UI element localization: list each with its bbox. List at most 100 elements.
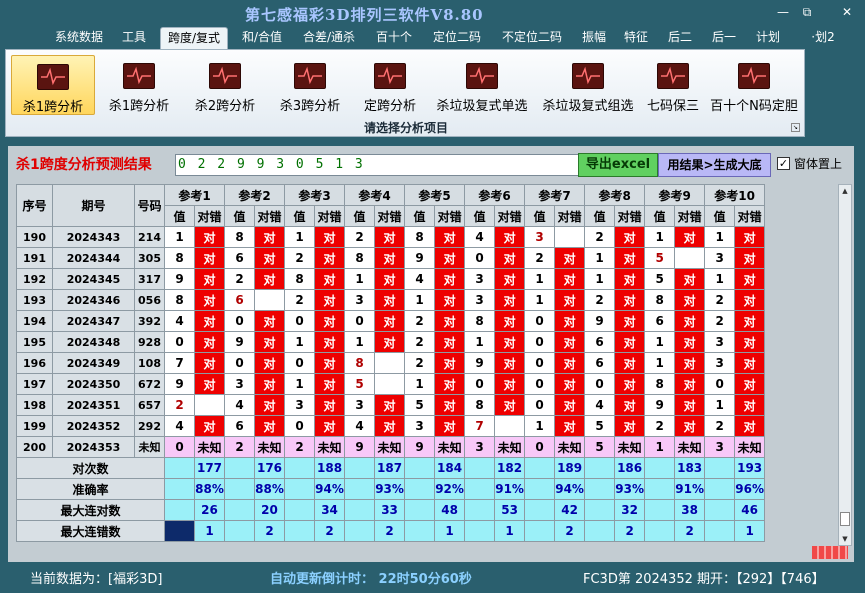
col-header-ref[interactable]: 参考10: [704, 184, 766, 206]
menu-tools[interactable]: 工具: [114, 27, 154, 49]
cell-ref-check: 对: [674, 289, 706, 311]
dialog-launcher-icon[interactable]: ↘: [791, 123, 800, 132]
stat-spacer: [284, 499, 316, 521]
cell-ref-value: 3: [404, 415, 436, 437]
menu-unfixed-two[interactable]: 不定位二码: [494, 27, 570, 49]
scroll-up-icon[interactable]: ▲: [839, 185, 851, 197]
table-row[interactable]: 196 2024349 108 7 对 0 对 0 对 8 2 对 9 对 0 对 6 对 1 对 3 对: [16, 352, 766, 374]
col-header-ref[interactable]: 参考6: [464, 184, 526, 206]
stat-spacer: [284, 457, 316, 479]
cell-ref-check: 对: [734, 373, 766, 395]
ribbon-kill2-span[interactable]: 杀2跨分析: [184, 55, 266, 115]
ribbon-kill3-span[interactable]: 杀3跨分析: [269, 55, 351, 115]
ribbon-n-code[interactable]: 百十个N码定胆: [706, 55, 802, 115]
col-header-number[interactable]: 号码: [134, 184, 165, 227]
analysis-grid: 序号 期号 号码 参考1 参考2 参考3 参考4 参考5 参考6 参考7 参考8 参考9 参考10 值对错…: [16, 184, 840, 546]
col-header-ref[interactable]: 参考9: [644, 184, 706, 206]
menu-last-two[interactable]: 后二: [662, 27, 698, 49]
cell-ref-check: 对: [434, 331, 466, 353]
menu-last-one[interactable]: 后一: [706, 27, 742, 49]
close-icon[interactable]: ✕: [837, 4, 857, 20]
stat-spacer: [464, 457, 496, 479]
on-top-checkbox[interactable]: ✓: [777, 157, 790, 170]
minimize-icon[interactable]: —: [773, 4, 793, 20]
stat-value: 176: [254, 457, 286, 479]
cell-ref-check: 对: [193, 289, 226, 311]
menu-digits[interactable]: 百十个: [370, 27, 418, 49]
cell-ref-value: 2: [404, 310, 436, 332]
cell-ref-check: 对: [614, 373, 646, 395]
ribbon-kill1-span-a[interactable]: 杀1跨分析: [11, 55, 95, 115]
cell-seq: 193: [16, 289, 53, 311]
col-header-ref[interactable]: 参考5: [404, 184, 466, 206]
scroll-thumb[interactable]: [840, 512, 850, 526]
col-header-seq[interactable]: 序号: [16, 184, 53, 227]
cell-ref-value: 2: [584, 289, 616, 311]
stat-row: 最大连对数 26 20 34 33 48 53 42 32 38 46: [16, 499, 766, 521]
stat-value: 187: [374, 457, 406, 479]
cell-ref-check: 对: [434, 289, 466, 311]
table-row[interactable]: 198 2024351 657 2 4 对 3 对 3 对 5 对 8 对 0 对 4 对 9 对 1 对: [16, 394, 766, 416]
col-header-ref[interactable]: 参考7: [524, 184, 586, 206]
col-header-ref[interactable]: 参考2: [224, 184, 286, 206]
vertical-scrollbar[interactable]: ▲ ▼: [838, 184, 852, 546]
col-header-ref[interactable]: 参考8: [584, 184, 646, 206]
table-row[interactable]: 193 2024346 056 8 对 6 2 对 3 对 1 对 3 对 1 对 2 对 8 对 2 对: [16, 289, 766, 311]
cell-ref-check: 对: [193, 415, 226, 437]
ribbon-fixed-span[interactable]: 定跨分析: [354, 55, 426, 115]
stat-value: 2: [314, 520, 346, 542]
col-header-ref[interactable]: 参考4: [344, 184, 406, 206]
cell-ref-value: 1: [404, 373, 436, 395]
cell-ref-value: 2: [224, 436, 256, 458]
menu-plan2[interactable]: ·划2: [808, 27, 838, 49]
table-row[interactable]: 191 2024344 305 8 对 6 对 2 对 8 对 9 对 0 对 2 对 1 对 5 3 对: [16, 247, 766, 269]
menu-system-data[interactable]: 系统数据: [50, 27, 108, 49]
cell-ref-value: 1: [464, 331, 496, 353]
col-header-ref[interactable]: 参考1: [163, 184, 226, 206]
scroll-down-icon[interactable]: ▼: [839, 533, 851, 545]
col-header-check: 对错: [193, 205, 226, 227]
cell-ref-value: 2: [584, 226, 616, 248]
menu-plan[interactable]: 计划: [750, 27, 786, 49]
cell-ref-value: 7: [464, 415, 496, 437]
generate-base-button[interactable]: 用结果>生成大底: [658, 153, 771, 177]
chart-icon: [657, 63, 689, 89]
cell-ref-check: 对: [434, 310, 466, 332]
ribbon-junk-single[interactable]: 杀垃圾复式单选: [430, 55, 534, 115]
col-header-ref[interactable]: 参考3: [284, 184, 346, 206]
menu-diff[interactable]: 合差/通杀: [296, 27, 362, 49]
cell-period: 2024349: [52, 352, 135, 374]
stat-value: 1: [434, 520, 466, 542]
ribbon-kill1-span-b[interactable]: 杀1跨分析: [98, 55, 180, 115]
ribbon-junk-group[interactable]: 杀垃圾复式组选: [536, 55, 640, 115]
table-row[interactable]: 195 2024348 928 0 对 9 对 1 对 1 对 2 对 1 对 0 对 6 对 1 对 3 对: [16, 331, 766, 353]
cell-ref-value: 0: [284, 415, 316, 437]
stat-row: 对次数 177 176 188 187 184 182 189 186 183 193: [16, 457, 766, 479]
table-row[interactable]: 197 2024350 672 9 对 3 对 1 对 5 1 对 0 对 0 对 0 对 8 对 0 对: [16, 373, 766, 395]
cell-ref-check: 对: [494, 247, 526, 269]
result-digits-field[interactable]: 0 2 2 9 9 3 0 5 1 3: [175, 154, 583, 176]
table-row[interactable]: 194 2024347 392 4 对 0 对 0 对 0 对 2 对 8 对 0 对 9 对 6 对 2 对: [16, 310, 766, 332]
cell-ref-check: 对: [494, 226, 526, 248]
table-row-pending[interactable]: 200 2024353 未知 0 未知 2 未知 2 未知 9 未知 9 未知 3 未知 0 未知 5 未知 1 未知 3…: [16, 436, 766, 458]
table-row[interactable]: 190 2024343 214 1 对 8 对 1 对 2 对 8 对 4 对 3 2 对 1 对 1 对: [16, 226, 766, 248]
stat-spacer: [164, 499, 195, 521]
stat-label: 最大连错数: [16, 520, 165, 542]
cell-ref-value: 1: [284, 373, 316, 395]
ribbon-seven-code[interactable]: 七码保三: [643, 55, 703, 115]
restore-icon[interactable]: ⧉: [797, 4, 817, 20]
cell-ref-check: [193, 394, 226, 416]
export-excel-button[interactable]: 导出excel: [578, 153, 658, 177]
cell-ref-check: 对: [614, 310, 646, 332]
menu-fixed-two[interactable]: 定位二码: [426, 27, 488, 49]
table-row[interactable]: 192 2024345 317 9 对 2 对 8 对 1 对 4 对 3 对 1 对 1 对 5 对 1 对: [16, 268, 766, 290]
menu-sum[interactable]: 和/合值: [234, 27, 290, 49]
col-header-period[interactable]: 期号: [52, 184, 135, 227]
cell-ref-check: 对: [374, 289, 406, 311]
table-row[interactable]: 199 2024352 292 4 对 6 对 0 对 4 对 3 对 7 1 对 5 对 2 对 2 对: [16, 415, 766, 437]
stat-spacer: [404, 457, 436, 479]
menu-feature[interactable]: 特征: [618, 27, 654, 49]
menu-span-multi[interactable]: 跨度/复式: [160, 27, 228, 49]
menu-amplitude[interactable]: 振幅: [576, 27, 612, 49]
col-header-check: 对错: [554, 205, 586, 227]
